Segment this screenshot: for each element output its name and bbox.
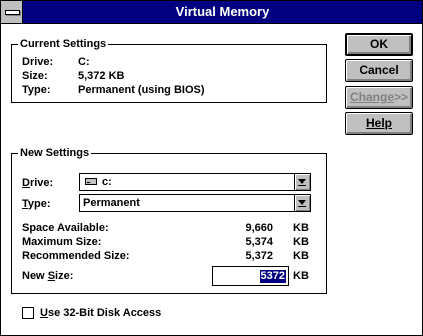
- maximum-size-label: Maximum Size:: [22, 236, 102, 248]
- disk-access-checkbox[interactable]: [22, 307, 34, 319]
- dropdown-arrow-icon[interactable]: [294, 195, 310, 211]
- type-select-value: Permanent: [83, 197, 140, 209]
- help-button-label: Help: [365, 116, 392, 130]
- ok-button[interactable]: OK: [345, 33, 413, 56]
- space-available-label: Space Available:: [22, 222, 109, 234]
- current-settings-title: Current Settings: [18, 37, 109, 51]
- change-button-arrows: >>: [394, 90, 409, 104]
- current-drive-label: Drive:: [22, 56, 54, 68]
- current-type-value: Permanent (using BIOS): [78, 84, 205, 96]
- current-size-value: 5,372 KB: [78, 70, 125, 82]
- new-settings-title: New Settings: [18, 146, 92, 160]
- space-available-unit: KB: [293, 222, 309, 234]
- drive-select[interactable]: c:: [79, 173, 311, 191]
- virtual-memory-dialog: Virtual Memory Current Settings Drive: C…: [0, 0, 423, 336]
- new-size-unit: KB: [293, 270, 309, 282]
- change-button[interactable]: Change>>: [345, 86, 413, 109]
- title-bar[interactable]: Virtual Memory: [1, 1, 422, 24]
- new-type-label: Type:: [22, 198, 51, 210]
- new-drive-label: Drive:: [22, 177, 54, 189]
- change-button-label: Change: [349, 90, 394, 104]
- recommended-size-label: Recommended Size:: [22, 250, 130, 262]
- system-menu-icon[interactable]: [1, 1, 23, 23]
- recommended-size-value: 5,372: [245, 250, 273, 262]
- dropdown-arrow-icon[interactable]: [294, 174, 310, 190]
- recommended-size-unit: KB: [293, 250, 309, 262]
- maximum-size-unit: KB: [293, 236, 309, 248]
- hard-drive-icon: [85, 178, 97, 185]
- current-drive-value: C:: [78, 56, 90, 68]
- type-select[interactable]: Permanent: [79, 194, 311, 212]
- new-size-input[interactable]: 5372: [212, 266, 289, 286]
- new-size-label: New Size:: [22, 270, 74, 282]
- window-title: Virtual Memory: [175, 4, 270, 19]
- new-size-value: 5372: [259, 270, 286, 283]
- help-button[interactable]: Help: [345, 112, 413, 135]
- cancel-button[interactable]: Cancel: [345, 59, 413, 82]
- drive-select-value: c:: [102, 176, 112, 188]
- current-size-label: Size:: [22, 70, 48, 82]
- maximum-size-value: 5,374: [245, 236, 273, 248]
- disk-access-label[interactable]: Use 32-Bit Disk Access: [40, 307, 161, 320]
- current-type-label: Type:: [22, 84, 51, 96]
- space-available-value: 9,660: [245, 222, 273, 234]
